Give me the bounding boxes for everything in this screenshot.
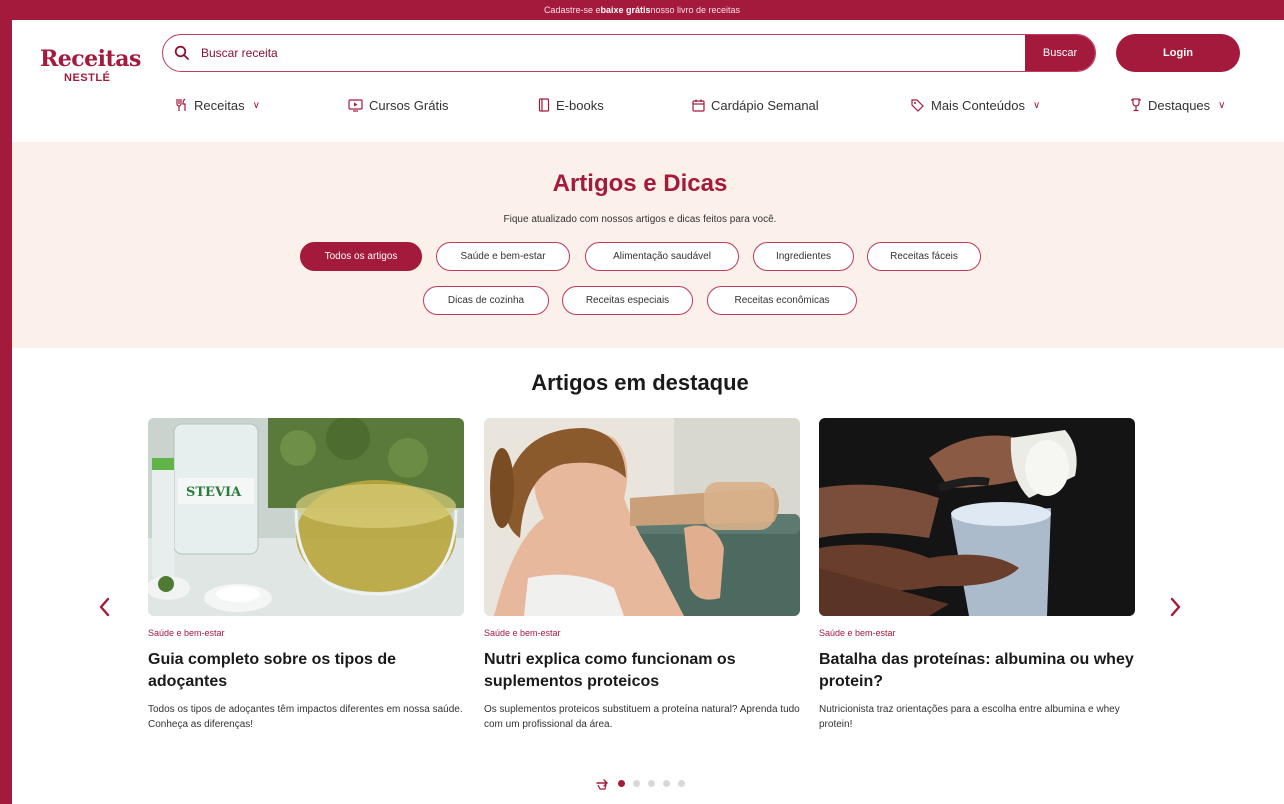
nav-label: Cursos Grátis <box>369 97 449 113</box>
article-card[interactable]: Saúde e bem-estar Nutri explica como fun… <box>484 418 800 732</box>
search-button[interactable]: Buscar <box>1025 35 1095 71</box>
search-icon[interactable] <box>163 45 201 61</box>
promo-text-before: Cadastre-se e <box>543 5 601 15</box>
search-input[interactable] <box>201 46 1025 60</box>
nav-item-mais-conteudos[interactable]: Mais Conteúdos ∨ <box>910 92 1040 118</box>
article-card[interactable]: STEVIA Saúde e bem-estar Guia completo s… <box>148 418 464 732</box>
tag-icon <box>911 99 924 112</box>
brand-line1: Receitas <box>40 46 141 72</box>
featured-heading: Artigos em destaque <box>531 370 749 395</box>
article-description: Os suplementos proteicos substituem a pr… <box>484 704 800 730</box>
article-category[interactable]: Saúde e bem-estar <box>819 628 1135 640</box>
chevron-left-icon <box>99 597 110 617</box>
carousel-dot-active[interactable] <box>618 779 625 787</box>
article-category[interactable]: Saúde e bem-estar <box>484 628 800 640</box>
article-category[interactable]: Saúde e bem-estar <box>148 628 464 640</box>
page-subtitle: Fique atualizado com nossos artigos e di… <box>503 214 777 225</box>
nav-label: Receitas <box>194 97 245 113</box>
main-nav: Receitas ∨ Cursos Grátis E-books Cardápi… <box>162 92 1252 118</box>
article-image-supplements[interactable] <box>484 418 800 616</box>
article-title[interactable]: Nutri explica como funcionam os suplemen… <box>484 649 800 693</box>
article-description: Nutricionista traz orientações para a es… <box>819 704 1120 730</box>
carousel-prev-button[interactable] <box>92 592 116 622</box>
nav-label: Destaques <box>1148 97 1211 113</box>
filter-chip-ingredientes[interactable]: Ingredientes <box>753 242 854 271</box>
chevron-down-icon: ∨ <box>252 99 260 111</box>
site-header: Receitas NESTLÉ Buscar Login Receitas ∨ … <box>12 20 1284 140</box>
carousel-dot[interactable] <box>648 779 655 787</box>
video-screen-icon <box>348 98 363 112</box>
trophy-icon <box>1131 98 1141 112</box>
article-description: Todos os tipos de adoçantes têm impactos… <box>148 704 463 730</box>
page-title: Artigos e Dicas <box>552 170 728 197</box>
chevron-down-icon: ∨ <box>1218 99 1226 111</box>
nav-item-destaques[interactable]: Destaques ∨ <box>1130 92 1225 118</box>
carousel-dot[interactable] <box>633 779 640 787</box>
filter-chip-receitas-especiais[interactable]: Receitas especiais <box>562 286 693 315</box>
login-button[interactable]: Login <box>1116 34 1240 72</box>
carousel-dot[interactable] <box>678 779 685 787</box>
chevron-right-icon <box>1170 597 1181 617</box>
filter-chip-dicas-cozinha[interactable]: Dicas de cozinha <box>423 286 549 315</box>
article-card[interactable]: Saúde e bem-estar Batalha das proteínas:… <box>819 418 1135 732</box>
nav-label: E-books <box>556 97 604 113</box>
nav-label: Mais Conteúdos <box>931 97 1025 113</box>
search-bar: Buscar <box>162 34 1096 72</box>
article-title[interactable]: Guia completo sobre os tipos de adoçante… <box>148 649 464 693</box>
filter-chip-receitas-economicas[interactable]: Receitas econômicas <box>707 286 857 315</box>
page: Receitas NESTLÉ Buscar Login Receitas ∨ … <box>12 20 1284 804</box>
swipe-hand-icon <box>596 779 608 790</box>
nav-item-cursos[interactable]: Cursos Grátis <box>348 92 448 118</box>
filter-chip-alimentacao[interactable]: Alimentação saudável <box>585 242 739 271</box>
carousel-dot[interactable] <box>663 779 670 787</box>
carousel-pagination <box>594 776 685 790</box>
filter-chip-saude[interactable]: Saúde e bem-estar <box>436 242 570 271</box>
article-image-sweeteners[interactable]: STEVIA <box>148 418 464 616</box>
nav-item-ebooks[interactable]: E-books <box>538 92 604 118</box>
nav-item-receitas[interactable]: Receitas ∨ <box>176 92 260 118</box>
filter-chip-todos[interactable]: Todos os artigos <box>300 242 422 271</box>
brand-line2: NESTLÉ <box>64 72 111 84</box>
brand-logo[interactable]: Receitas NESTLÉ <box>40 47 150 85</box>
hero-section: Artigos e Dicas Fique atualizado com nos… <box>12 142 1284 348</box>
filter-chip-receitas-faceis[interactable]: Receitas fáceis <box>867 242 981 271</box>
cutlery-icon <box>176 98 186 111</box>
stevia-label: STEVIA <box>186 485 242 500</box>
article-title[interactable]: Batalha das proteínas: albumina ou whey … <box>819 649 1135 693</box>
chevron-down-icon: ∨ <box>1032 99 1041 111</box>
promo-text-bold: baixe grátis <box>600 5 651 15</box>
calendar-icon <box>692 99 705 112</box>
book-icon <box>538 98 550 112</box>
nav-label: Cardápio Semanal <box>711 97 819 113</box>
promo-text-after: nosso livro de receitas <box>650 5 741 15</box>
carousel-next-button[interactable] <box>1164 592 1188 622</box>
nav-item-cardapio[interactable]: Cardápio Semanal <box>692 92 819 118</box>
article-image-proteins[interactable] <box>819 418 1135 616</box>
promo-banner[interactable]: Cadastre-se e baixe grátis nosso livro d… <box>0 0 1284 20</box>
